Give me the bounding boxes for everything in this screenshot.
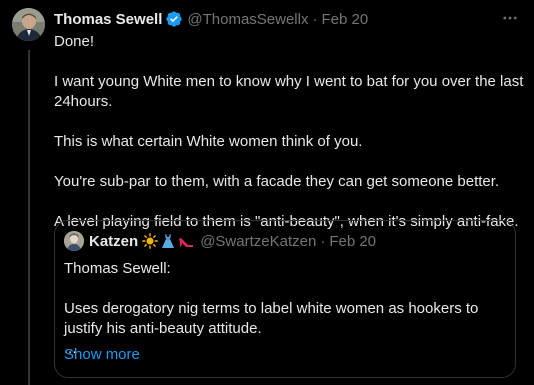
- author-name[interactable]: Thomas Sewell: [54, 11, 162, 28]
- sun-emoji-icon: [142, 233, 159, 249]
- tweet-paragraph: Done!: [54, 33, 95, 50]
- quoted-author-name: Katzen: [89, 232, 139, 250]
- quoted-tweet-text: Thomas Sewell: Uses derogatory nig terms…: [64, 259, 504, 359]
- header-separator: ·: [312, 10, 318, 28]
- show-more-link[interactable]: Show more: [64, 346, 140, 363]
- ellipsis-icon[interactable]: [496, 6, 524, 30]
- quoted-tweet-date: Feb 20: [329, 232, 377, 250]
- quoted-paragraph: Thomas Sewell:: [64, 260, 171, 277]
- tweet-paragraph: You're sub-par to them, with a facade th…: [54, 173, 500, 190]
- high-heel-emoji-icon: [179, 238, 194, 247]
- quoted-author-avatar: [64, 231, 84, 251]
- quoted-header-separator: ·: [320, 232, 326, 250]
- tweet[interactable]: Thomas Sewell @ThomasSewellx · Feb 20 Do…: [0, 0, 534, 385]
- tweet-paragraph: This is what certain White women think o…: [54, 133, 363, 150]
- tweet-date[interactable]: Feb 20: [321, 11, 368, 28]
- tweet-paragraph: I want young White men to know why I wen…: [54, 73, 524, 110]
- thread-line: [28, 50, 30, 385]
- tweet-header: Thomas Sewell @ThomasSewellx · Feb 20: [54, 8, 368, 30]
- tweet-text: Done! I want young White men to know why…: [54, 32, 524, 232]
- quoted-paragraph: Uses derogatory nig terms to label white…: [64, 300, 479, 337]
- dress-emoji-icon: [162, 234, 175, 248]
- quoted-tweet[interactable]: Katzen @SwartzeKatzen · Feb 20 Thomas Se…: [54, 220, 516, 378]
- verified-badge-icon[interactable]: [165, 10, 183, 28]
- author-handle[interactable]: @ThomasSewellx: [187, 11, 308, 28]
- quoted-tweet-header: Katzen @SwartzeKatzen · Feb 20: [64, 231, 376, 251]
- quoted-author-emojis: [142, 233, 194, 249]
- quoted-author-handle: @SwartzeKatzen: [200, 232, 317, 250]
- author-avatar[interactable]: [12, 8, 45, 41]
